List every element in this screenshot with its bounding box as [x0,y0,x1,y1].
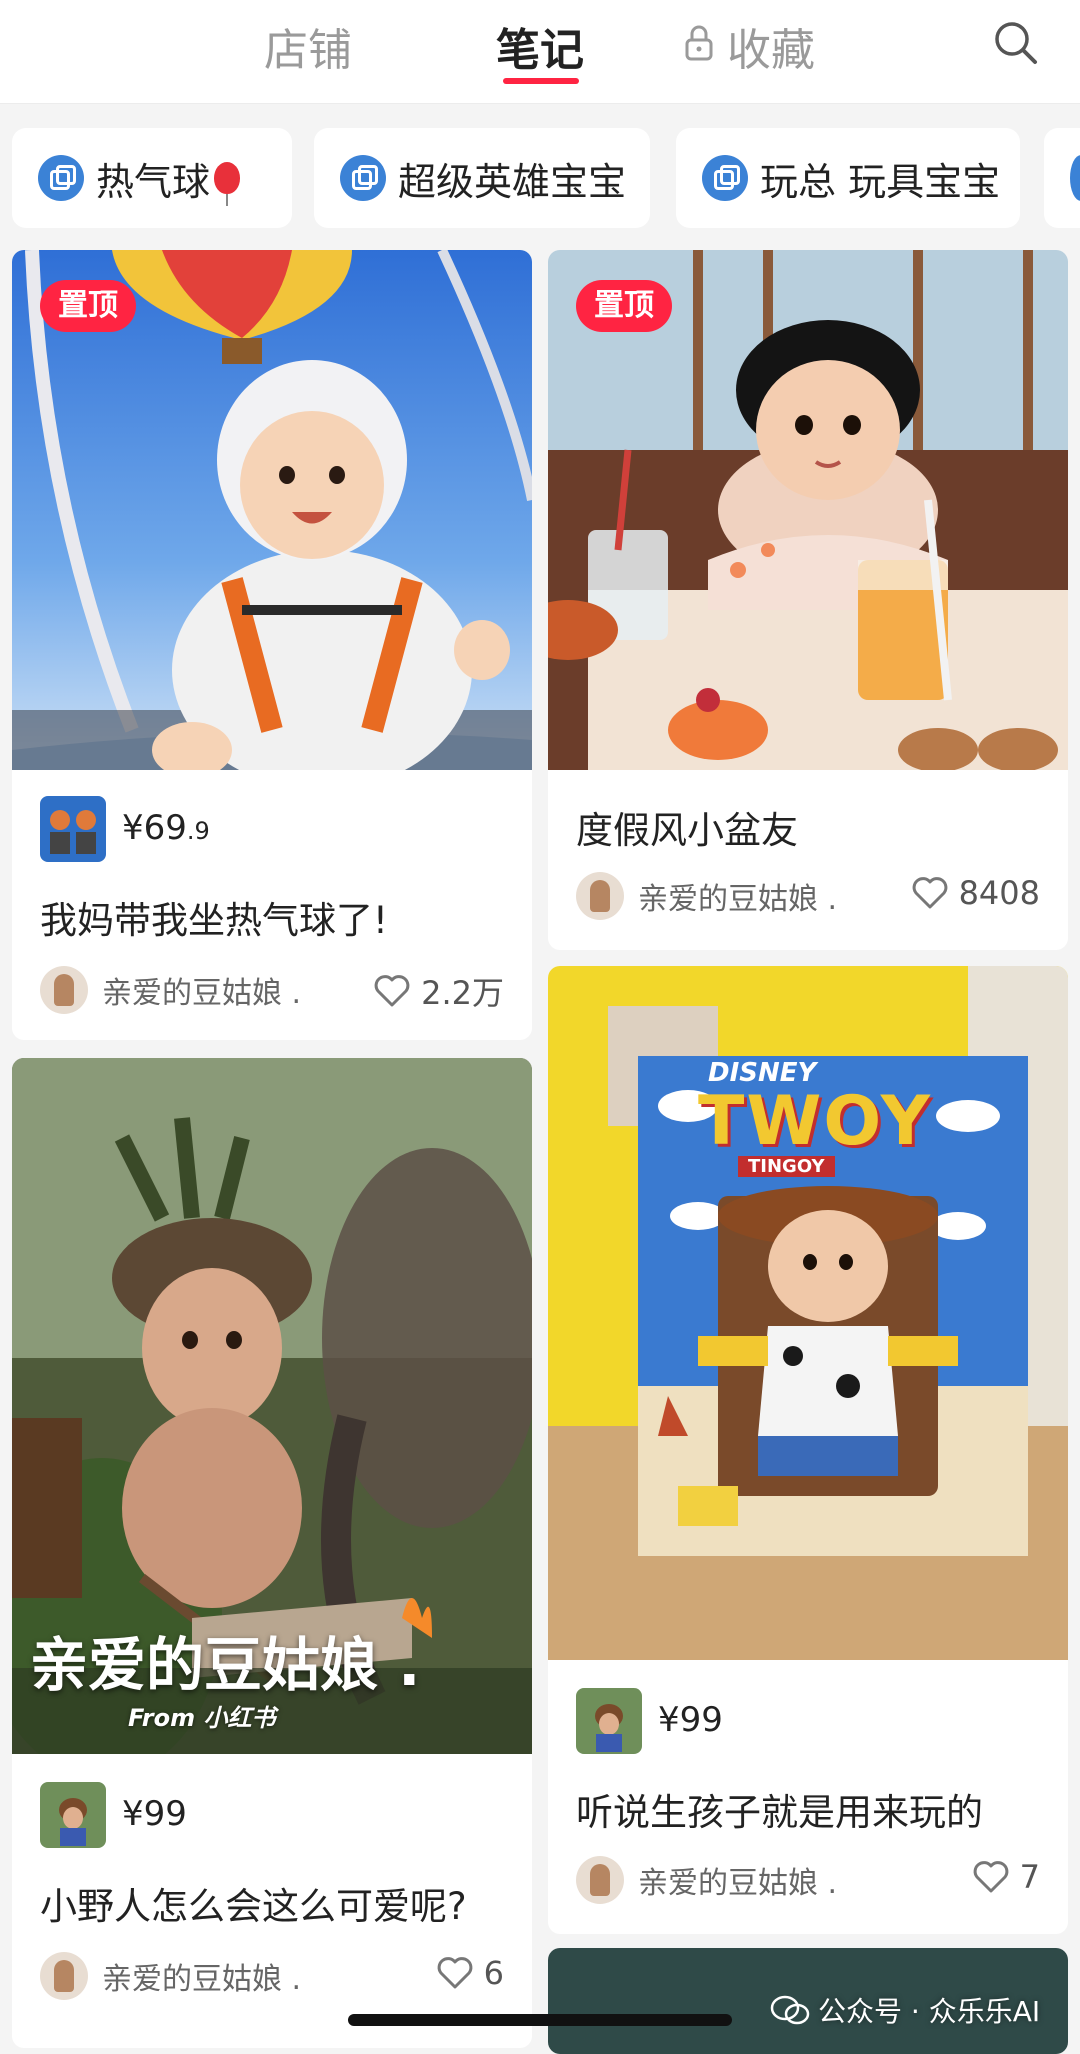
product-thumbnail[interactable] [40,796,106,862]
author-info[interactable]: 亲爱的豆姑娘 . [40,1952,301,2000]
note-image-jungle-baby: 亲爱的豆姑娘 . From 小红书 [12,1058,532,1754]
avatar [40,966,88,1014]
wechat-icon [770,1995,810,2025]
note-title: 小野人怎么会这么可爱呢? [40,1885,467,1928]
chip-label: 玩总 玩具宝宝 [760,159,1001,204]
product-price: ¥99 [658,1700,723,1740]
like-count: 6 [483,1954,504,1992]
chip-partial[interactable] [1044,128,1080,228]
collection-chips: 热气球 超级英雄宝宝 玩总 玩具宝宝 [0,128,1080,228]
note-card[interactable]: 亲爱的豆姑娘 . From 小红书 ¥99 小野人怎么会这么可爱呢? 亲爱的豆姑… [12,1058,532,2048]
chip-hot-air-balloon[interactable]: 热气球 [12,128,292,228]
note-card[interactable]: 置顶 度假风小盆友 亲爱的豆姑娘 . 8408 [548,250,1068,950]
poster-subtitle: TINGOY [738,1156,835,1177]
pinned-badge: 置顶 [40,280,136,332]
photo-overlay-source: From 小红书 [128,1704,276,1732]
note-title: 听说生孩子就是用来玩的 [576,1791,983,1834]
chip-superhero-baby[interactable]: 超级英雄宝宝 [314,128,650,228]
home-indicator[interactable] [348,2014,732,2026]
tab-store[interactable]: 店铺 [264,14,352,78]
chip-toy-baby[interactable]: 玩总 玩具宝宝 [676,128,1020,228]
like-button[interactable]: 8408 [911,874,1040,912]
watermark-text: 公众号 · 众乐乐AI [818,1995,1041,2028]
like-button[interactable]: 7 [972,1858,1040,1896]
avatar [576,1856,624,1904]
author-name: 亲爱的豆姑娘 . [102,1962,302,1997]
note-card[interactable]: DISNEY TWOY TINGOY ¥99 听说生孩子就是用来玩的 亲爱的豆姑… [548,966,1068,1934]
product-thumbnail[interactable] [40,1782,106,1848]
pinned-badge: 置顶 [576,280,672,332]
avatar [576,872,624,920]
author-info[interactable]: 亲爱的豆姑娘 . [576,1856,837,1904]
top-tab-bar: 店铺 笔记 收藏 [0,0,1080,104]
collection-icon [38,155,84,201]
search-icon[interactable] [993,20,1039,66]
note-title: 我妈带我坐热气球了! [40,899,388,942]
watermark: 公众号 · 众乐乐AI [770,1990,1040,2030]
author-info[interactable]: 亲爱的豆姑娘 . [40,966,301,1014]
tab-notes[interactable]: 笔记 [496,14,584,78]
author-name: 亲爱的豆姑娘 . [638,882,838,917]
product-price: ¥69.9 [122,808,210,848]
note-title: 度假风小盆友 [576,809,798,852]
heart-icon [912,877,947,909]
collection-icon [340,155,386,201]
lock-icon [685,25,713,61]
product-thumbnail[interactable] [576,1688,642,1754]
note-image-toy-baby: DISNEY TWOY TINGOY [548,966,1068,1660]
collection-icon [702,155,748,201]
chip-label: 超级英雄宝宝 [398,159,627,204]
balloon-icon [214,162,241,206]
note-card[interactable]: 置顶 ¥69.9 我妈带我坐热气球了! 亲爱的豆姑娘 . 2.2万 [12,250,532,1040]
heart-icon [973,1861,1008,1893]
author-name: 亲爱的豆姑娘 . [102,976,302,1011]
heart-icon [437,1957,472,1989]
product-price: ¥99 [122,1794,187,1834]
author-info[interactable]: 亲爱的豆姑娘 . [576,872,837,920]
chip-label: 热气球 [96,159,211,204]
like-button[interactable]: 2.2万 [373,968,504,1014]
like-button[interactable]: 6 [436,1954,504,1992]
like-count: 2.2万 [421,974,504,1012]
tab-favorites[interactable]: 收藏 [727,14,815,78]
collection-icon [1070,155,1080,201]
active-tab-indicator [503,78,579,84]
heart-icon [374,975,410,1007]
photo-overlay-name: 亲爱的豆姑娘 . [30,1631,421,1699]
like-count: 8408 [958,874,1040,912]
avatar [40,1952,88,2000]
poster-title: TWOY [698,1082,933,1161]
author-name: 亲爱的豆姑娘 . [638,1866,838,1901]
like-count: 7 [1019,1858,1040,1896]
